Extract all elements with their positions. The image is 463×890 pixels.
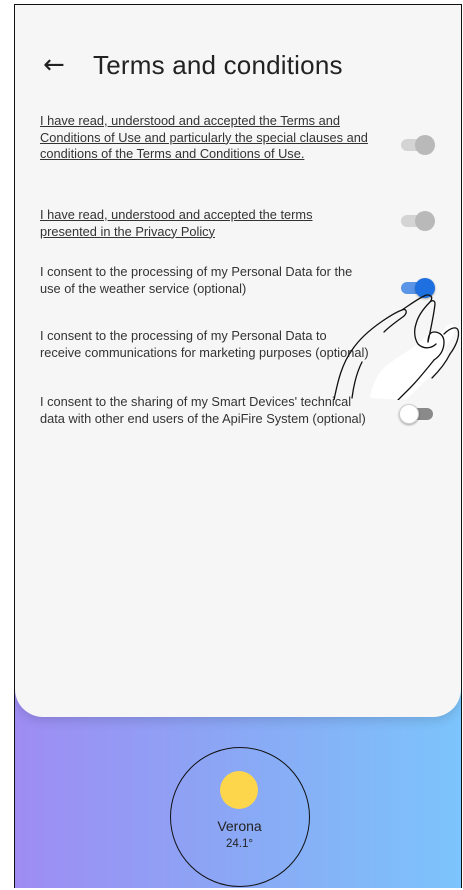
consent-row-terms: I have read, understood and accepted the… bbox=[40, 113, 450, 163]
weather-temperature: 24.1° bbox=[226, 838, 253, 850]
consent-row-privacy: I have read, understood and accepted the… bbox=[40, 207, 450, 240]
terms-link[interactable]: I have read, understood and accepted the… bbox=[40, 113, 370, 163]
page-title: Terms and conditions bbox=[93, 49, 343, 80]
weather-city: Verona bbox=[217, 818, 262, 834]
sharing-consent-toggle[interactable] bbox=[399, 404, 435, 424]
consent-row-marketing: I consent to the processing of my Person… bbox=[40, 328, 450, 361]
privacy-toggle bbox=[399, 211, 435, 231]
header: ← Terms and conditions bbox=[43, 45, 343, 85]
terms-toggle bbox=[399, 135, 435, 155]
toggle-thumb bbox=[415, 278, 435, 298]
marketing-consent-label: I consent to the processing of my Person… bbox=[40, 328, 369, 360]
phone-screen: ← Terms and conditions I have read, unde… bbox=[14, 4, 462, 888]
arrow-left-icon[interactable]: ← bbox=[43, 52, 79, 78]
weather-consent-label: I consent to the processing of my Person… bbox=[40, 264, 353, 296]
terms-card: ← Terms and conditions I have read, unde… bbox=[15, 5, 461, 717]
consent-row-weather: I consent to the processing of my Person… bbox=[40, 264, 450, 298]
sharing-consent-label: I consent to the sharing of my Smart Dev… bbox=[40, 394, 366, 426]
weather-consent-toggle[interactable] bbox=[399, 278, 435, 298]
toggle-thumb bbox=[415, 135, 435, 155]
privacy-policy-link[interactable]: I have read, understood and accepted the… bbox=[40, 207, 370, 240]
consent-row-sharing: I consent to the sharing of my Smart Dev… bbox=[40, 394, 450, 427]
weather-widget[interactable]: Verona 24.1° bbox=[170, 747, 310, 887]
sun-icon bbox=[220, 771, 258, 809]
toggle-thumb bbox=[399, 404, 419, 424]
toggle-thumb bbox=[415, 211, 435, 231]
toggle-thumb bbox=[399, 342, 419, 362]
